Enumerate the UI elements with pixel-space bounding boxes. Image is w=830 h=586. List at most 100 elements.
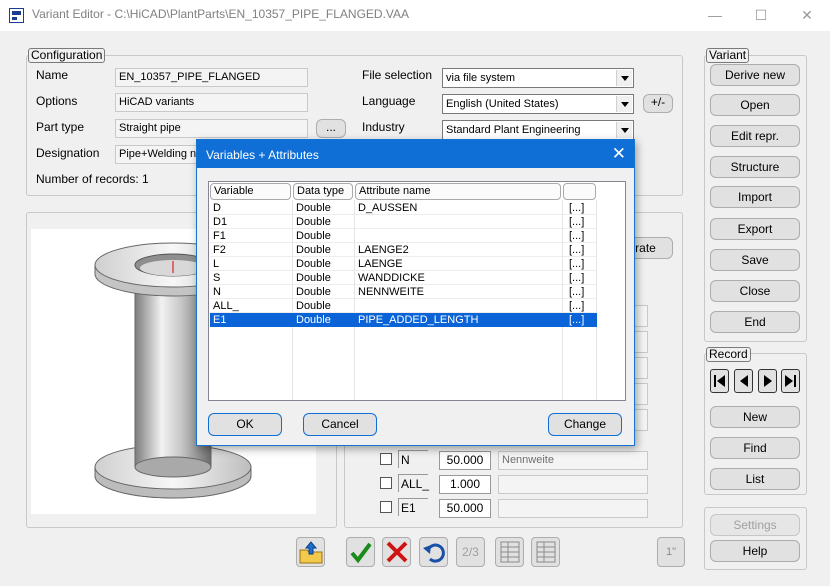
find-record-button[interactable]: Find [710,437,800,459]
dialog-title-bar: Variables + Attributes ✕ [197,140,634,168]
plus-minus-button[interactable]: +/- [643,94,673,113]
options-field[interactable]: HiCAD variants [115,93,308,112]
part-type-field[interactable]: Straight pipe [115,119,308,138]
cell-variable: S [210,271,293,285]
undo-button[interactable] [419,537,448,567]
variable-desc-all [498,475,648,494]
designation-field[interactable]: Pipe+Welding n [115,145,205,164]
close-button[interactable]: ✕ [784,0,830,31]
maximize-button[interactable]: ☐ [738,0,784,31]
cell-variable: ALL_ [210,299,293,313]
import-button[interactable]: Import [710,186,800,208]
change-button[interactable]: Change [548,413,622,436]
variable-checkbox-e1[interactable] [380,501,392,513]
options-label: Options [36,94,78,108]
last-record-button[interactable] [781,369,800,393]
variable-value-n[interactable]: 50.000 [439,451,491,470]
next-record-button[interactable] [758,369,777,393]
edit-repr-button[interactable]: Edit repr. [710,125,800,147]
derive-new-button[interactable]: Derive new [710,64,800,86]
list-row[interactable]: N Double NENNWEITE [...] [210,285,597,299]
previous-record-icon [740,375,748,387]
list-row[interactable]: S Double WANDDICKE [...] [210,271,597,285]
language-dropdown[interactable]: English (United States) [442,94,634,114]
last-record-icon [785,375,796,387]
cell-action[interactable]: [...] [563,229,597,243]
first-record-icon [714,375,725,387]
dialog-close-icon[interactable]: ✕ [612,144,626,164]
language-label: Language [362,94,416,108]
first-record-button[interactable] [710,369,729,393]
cell-action[interactable]: [...] [563,215,597,229]
cell-attribute-name: PIPE_ADDED_LENGTH [355,313,563,327]
variable-name-n: N [398,450,428,468]
next-record-icon [764,375,772,387]
cell-action[interactable]: [...] [563,257,597,271]
apply-button[interactable] [346,537,375,567]
variable-checkbox-n[interactable] [380,453,392,465]
variable-value-all[interactable]: 1.000 [439,475,491,494]
variable-desc-e1 [498,499,648,518]
table-edit-button[interactable] [531,537,560,567]
cell-action[interactable]: [...] [563,299,597,313]
cell-attribute-name [355,229,563,243]
export-folder-button[interactable] [296,537,325,567]
discard-button[interactable] [382,537,411,567]
minimize-button[interactable]: — [692,0,738,31]
column-header-data-type[interactable]: Data type [293,183,353,200]
ok-button[interactable]: OK [208,413,282,436]
variable-value-e1[interactable]: 50.000 [439,499,491,518]
cell-variable: L [210,257,293,271]
variables-attributes-list[interactable]: Variable Data type Attribute name D Doubl… [208,181,626,401]
list-row[interactable]: D Double D_AUSSEN [...] [210,201,597,215]
help-button[interactable]: Help [710,540,800,562]
obscured-field [634,331,648,353]
cell-data-type: Double [293,299,355,313]
close-variant-button[interactable]: Close [710,280,800,302]
variant-group-label: Variant [706,48,750,63]
cell-variable: D1 [210,215,293,229]
variable-name-all: ALL_ [398,474,429,492]
structure-button[interactable]: Structure [710,156,800,178]
cell-data-type: Double [293,215,355,229]
name-label: Name [36,68,69,82]
inch-units-button[interactable]: 1" [657,537,685,567]
list-records-button[interactable]: List [710,468,800,490]
file-selection-label: File selection [362,68,433,82]
variable-checkbox-all[interactable] [380,477,392,489]
column-header-variable[interactable]: Variable [210,183,291,200]
list-row[interactable]: D1 Double [...] [210,215,597,229]
previous-record-button[interactable] [734,369,753,393]
table-view-button[interactable] [495,537,524,567]
list-row[interactable]: E1 Double PIPE_ADDED_LENGTH [...] [210,313,597,327]
cell-action[interactable]: [...] [563,201,597,215]
page-indicator-button[interactable]: 2/3 [456,537,485,567]
list-row[interactable]: F1 Double [...] [210,229,597,243]
cell-action[interactable]: [...] [563,285,597,299]
cancel-button[interactable]: Cancel [303,413,377,436]
list-row[interactable]: L Double LAENGE [...] [210,257,597,271]
chevron-down-icon [616,70,632,86]
cell-data-type: Double [293,201,355,215]
cell-data-type: Double [293,243,355,257]
cell-action[interactable]: [...] [563,313,597,327]
industry-dropdown[interactable]: Standard Plant Engineering [442,120,634,140]
cell-action[interactable]: [...] [563,243,597,257]
cell-action[interactable]: [...] [563,271,597,285]
name-field[interactable]: EN_10357_PIPE_FLANGED [115,68,308,87]
cell-variable: E1 [210,313,293,327]
new-record-button[interactable]: New [710,406,800,428]
settings-button[interactable]: Settings [710,514,800,536]
cell-variable: F2 [210,243,293,257]
open-button[interactable]: Open [710,94,800,116]
end-button[interactable]: End [710,311,800,333]
window-title: Variant Editor - C:\HiCAD\PlantParts\EN_… [32,7,410,21]
save-button[interactable]: Save [710,249,800,271]
part-type-browse-button[interactable]: ... [316,119,346,138]
list-row[interactable]: F2 Double LAENGE2 [...] [210,243,597,257]
column-header-attribute-name[interactable]: Attribute name [355,183,561,200]
file-selection-dropdown[interactable]: via file system [442,68,634,88]
list-row[interactable]: ALL_ Double [...] [210,299,597,313]
export-button[interactable]: Export [710,218,800,240]
page-indicator-value: 2/3 [462,545,479,559]
